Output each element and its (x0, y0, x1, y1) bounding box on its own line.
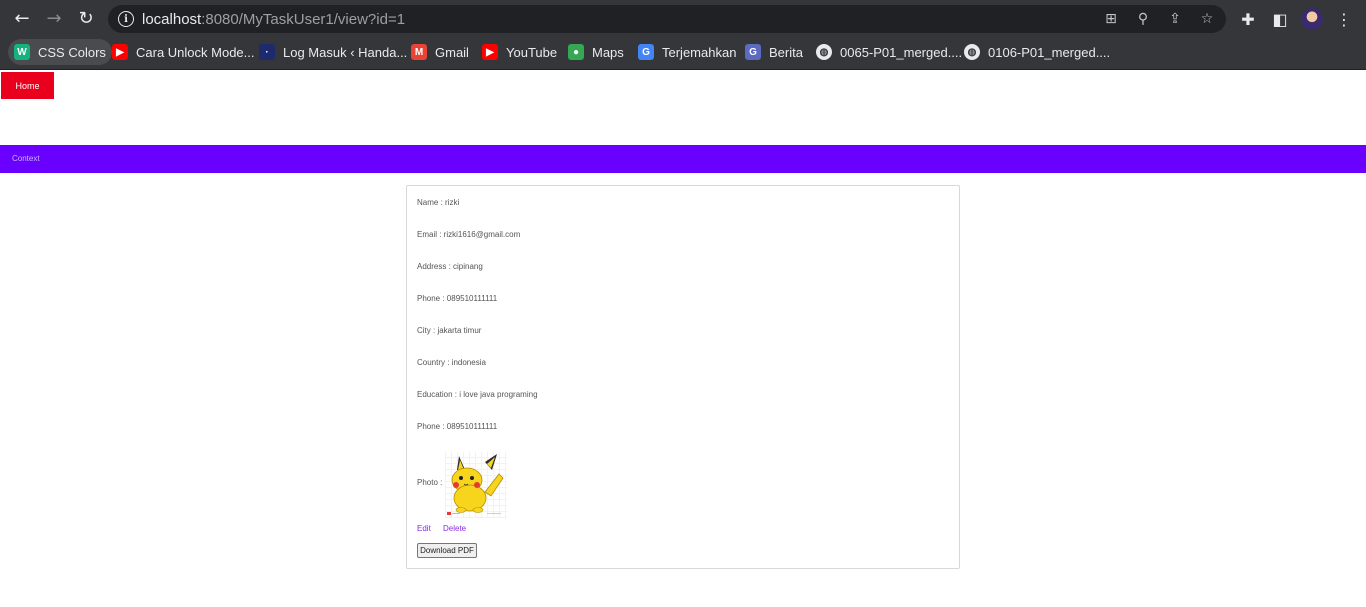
bookmark-label: Log Masuk ‹ Handa... (283, 44, 408, 60)
bookmark-cara-unlock[interactable]: ▶ Cara Unlock Mode... (106, 39, 261, 65)
detail-education: Education : i love java programing (417, 390, 538, 399)
bookmark-star-icon[interactable]: ☆ (1198, 10, 1216, 28)
context-bar: Context (0, 145, 1366, 173)
home-button[interactable]: Home (1, 72, 54, 99)
bookmark-gmail[interactable]: M Gmail (405, 39, 475, 65)
translate-icon[interactable]: ⊞ (1102, 10, 1120, 28)
bookmark-0106[interactable]: ◍ 0106-P01_merged.... (958, 39, 1116, 65)
youtube-icon: ▶ (482, 44, 498, 60)
context-label: Context (12, 154, 40, 163)
share-icon[interactable]: ⇪ (1166, 10, 1184, 28)
bookmarks-bar: W CSS Colors ▶ Cara Unlock Mode... · Log Ma… (0, 38, 1366, 70)
page-content: Home Context Name : rizki Email : rizki1… (0, 70, 1366, 607)
youtube-icon: ▶ (112, 44, 128, 60)
detail-address: Address : cipinang (417, 262, 483, 271)
detail-phone: Phone : 089510111111 (417, 294, 498, 303)
bookmark-label: Maps (592, 44, 624, 60)
forward-arrow-icon[interactable]: → (42, 7, 66, 31)
detail-email: Email : rizki1616@gmail.com (417, 230, 521, 239)
profile-avatar[interactable] (1301, 8, 1323, 30)
bookmark-label: Terjemahkan (662, 44, 737, 60)
site-info-icon[interactable]: i (118, 11, 134, 27)
maps-pin-icon: ● (568, 44, 584, 60)
zoom-icon[interactable]: ⚲ (1134, 10, 1152, 28)
bookmark-label: Gmail (435, 44, 469, 60)
news-icon: G (745, 44, 761, 60)
delete-link[interactable]: Delete (443, 524, 466, 533)
translate-icon: G (638, 44, 654, 60)
detail-phone-2: Phone : 089510111111 (417, 422, 498, 431)
menu-kebab-icon[interactable]: ⋮ (1333, 8, 1355, 30)
url-host: localhost (142, 11, 202, 28)
site-icon: · (259, 44, 275, 60)
bookmark-label: Berita (769, 44, 803, 60)
bookmark-label: CSS Colors (38, 44, 106, 60)
side-panel-icon[interactable]: ◧ (1269, 8, 1291, 30)
bookmark-label: 0065-P01_merged.... (840, 44, 963, 60)
w-icon: W (14, 44, 30, 60)
detail-city: City : jakarta timur (417, 326, 482, 335)
reload-icon[interactable]: ↻ (74, 7, 98, 31)
detail-name: Name : rizki (417, 198, 460, 207)
bookmark-label: YouTube (506, 44, 558, 60)
download-pdf-button[interactable]: Download PDF (417, 543, 477, 558)
bookmark-css-colors[interactable]: W CSS Colors (8, 39, 112, 65)
edit-link[interactable]: Edit (417, 524, 431, 533)
bookmark-label: 0106-P01_merged.... (988, 44, 1111, 60)
photo-label: Photo : (417, 478, 443, 487)
url-text[interactable]: localhost:8080/MyTaskUser1/view?id=1 (142, 11, 405, 28)
globe-icon: ◍ (964, 44, 980, 60)
url-path: :8080/MyTaskUser1/view?id=1 (201, 11, 406, 28)
bookmark-terjemahkan[interactable]: G Terjemahkan (632, 39, 742, 65)
address-bar[interactable]: i localhost:8080/MyTaskUser1/view?id=1 ⊞… (108, 5, 1226, 33)
extensions-puzzle-icon[interactable]: ✚ (1237, 8, 1259, 30)
gmail-icon: M (411, 44, 427, 60)
user-photo (445, 452, 507, 518)
bookmark-label: Cara Unlock Mode... (136, 44, 255, 60)
bookmark-log-masuk[interactable]: · Log Masuk ‹ Handa... (253, 39, 413, 65)
bookmark-maps[interactable]: ● Maps (562, 39, 630, 65)
bookmark-0065[interactable]: ◍ 0065-P01_merged.... (810, 39, 968, 65)
globe-icon: ◍ (816, 44, 832, 60)
bookmark-youtube[interactable]: ▶ YouTube (476, 39, 563, 65)
browser-toolbar: ← → ↻ i localhost:8080/MyTaskUser1/view?… (0, 0, 1366, 38)
bookmark-berita[interactable]: G Berita (739, 39, 809, 65)
pikachu-image (447, 454, 504, 515)
detail-country: Country : indonesia (417, 358, 486, 367)
back-arrow-icon[interactable]: ← (10, 7, 34, 31)
user-detail-card: Name : rizki Email : rizki1616@gmail.com… (406, 185, 960, 569)
